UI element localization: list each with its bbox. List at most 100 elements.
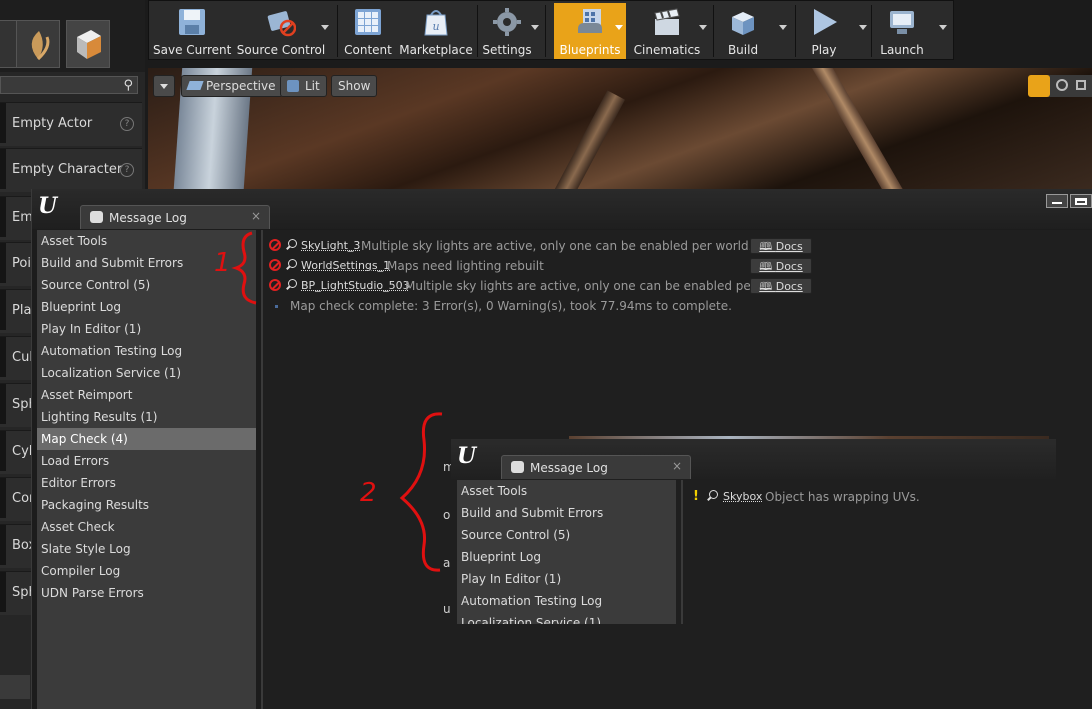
source-control-dropdown-icon[interactable] (321, 25, 329, 30)
unreal-logo-icon: U (457, 443, 477, 469)
find-object-icon[interactable] (288, 259, 297, 268)
rotate-tool-icon[interactable] (1056, 79, 1068, 91)
perspective-button[interactable]: Perspective (181, 75, 283, 97)
category-item[interactable]: Asset Check (37, 516, 256, 538)
docs-label: Docs (775, 280, 803, 293)
show-button[interactable]: Show (331, 75, 378, 97)
category-item[interactable]: Localization Service (1) (37, 362, 256, 384)
minimize-button[interactable] (1046, 194, 1068, 208)
scale-tool-icon[interactable] (1076, 80, 1086, 90)
save-current-button[interactable]: Save Current (153, 3, 231, 59)
close-icon[interactable]: × (251, 209, 261, 223)
tab-message-log[interactable]: Message Log × (501, 455, 691, 479)
toolbar-label: Source Control (236, 43, 326, 57)
settings-dropdown-icon[interactable] (531, 25, 539, 30)
docs-button[interactable]: 🕮 Docs (750, 258, 812, 274)
window-titlebar[interactable]: U Message Log × (32, 189, 1092, 229)
object-link[interactable]: WorldSettings_1 (301, 257, 390, 275)
docs-button[interactable]: 🕮 Docs (750, 278, 812, 294)
message-log-window-inset: U Message Log × Asset Tools Build and Su… (451, 436, 1056, 624)
docs-label: Docs (775, 260, 803, 273)
actor-thumb (0, 478, 6, 518)
message-list: ! Skybox Object has wrapping UVs. (681, 480, 1056, 624)
find-object-icon[interactable] (288, 279, 297, 288)
cinematics-dropdown-icon[interactable] (699, 25, 707, 30)
toolbar-label: Settings (482, 43, 532, 57)
category-item[interactable]: Source Control (5) (457, 524, 676, 546)
translate-tool-icon[interactable] (1028, 75, 1050, 97)
search-input[interactable]: ⚲ (0, 76, 138, 94)
category-item[interactable]: Packaging Results (37, 494, 256, 516)
level-viewport[interactable]: Perspective Lit Show (148, 68, 1092, 190)
actor-item[interactable]: Empty Character ? (0, 148, 142, 192)
cinematics-button[interactable]: Cinematics (631, 3, 703, 59)
category-item[interactable]: Lighting Results (1) (37, 406, 256, 428)
source-control-button[interactable]: Source Control (235, 3, 327, 59)
actor-label: Pla (12, 303, 32, 318)
message-text: Multiple sky lights are active, only one… (405, 279, 797, 293)
transform-tools (1028, 75, 1092, 97)
maximize-button[interactable] (1070, 194, 1092, 208)
find-object-icon[interactable] (709, 490, 718, 499)
tab-message-log[interactable]: Message Log × (80, 205, 270, 229)
category-item[interactable]: Blueprint Log (457, 546, 676, 568)
mode-tab-geometry[interactable] (66, 20, 110, 68)
build-button[interactable]: Build (715, 3, 771, 59)
toolbar-separator (871, 5, 872, 57)
category-item[interactable]: Compiler Log (37, 560, 256, 582)
blueprints-button[interactable]: Blueprints (554, 3, 626, 59)
toolbar-label: Save Current (153, 43, 232, 57)
launch-dropdown-icon[interactable] (939, 25, 947, 30)
play-dropdown-icon[interactable] (859, 25, 867, 30)
actor-thumb (0, 290, 6, 330)
actor-item[interactable]: Empty Actor ? (0, 102, 142, 146)
actor-label: Empty Actor (12, 116, 93, 131)
launch-button[interactable]: Launch (873, 3, 931, 59)
category-item[interactable]: Asset Reimport (37, 384, 256, 406)
docs-label: Docs (775, 240, 803, 253)
viewport-options-button[interactable] (153, 75, 175, 97)
category-item[interactable]: Play In Editor (1) (457, 568, 676, 590)
content-button[interactable]: Content (341, 3, 395, 59)
find-object-icon[interactable] (288, 239, 297, 248)
leaf-icon (31, 31, 50, 61)
settings-button[interactable]: Settings (479, 3, 535, 59)
category-item[interactable]: Asset Tools (457, 480, 676, 502)
category-item[interactable]: Automation Testing Log (457, 590, 676, 612)
help-icon[interactable]: ? (120, 117, 134, 131)
actor-thumb (0, 337, 6, 377)
object-link[interactable]: SkyLight_3 (301, 237, 360, 255)
object-link[interactable]: Skybox (723, 488, 762, 506)
marketplace-button[interactable]: u Marketplace (399, 3, 473, 59)
object-link[interactable]: BP_LightStudio_503 (301, 277, 410, 295)
actor-thumb (0, 525, 6, 565)
lit-button[interactable]: Lit (280, 75, 327, 97)
message-text: Object has wrapping UVs. (765, 490, 920, 504)
category-item[interactable]: Build and Submit Errors (457, 502, 676, 524)
mode-tab-foliage[interactable] (16, 20, 60, 68)
close-icon[interactable]: × (672, 459, 682, 473)
window-titlebar[interactable]: U Message Log × (451, 439, 1056, 479)
build-dropdown-icon[interactable] (779, 25, 787, 30)
category-item[interactable]: Editor Errors (37, 472, 256, 494)
play-button[interactable]: Play (797, 3, 851, 59)
category-item[interactable]: Load Errors (37, 450, 256, 472)
category-item[interactable]: Automation Testing Log (37, 340, 256, 362)
actor-thumb (0, 384, 6, 424)
actor-thumb (0, 572, 6, 612)
blueprints-dropdown-icon[interactable] (615, 25, 623, 30)
category-item[interactable]: UDN Parse Errors (37, 582, 256, 604)
perspective-label: Perspective (206, 79, 276, 93)
toolbar-separator (713, 5, 714, 57)
category-item[interactable]: Blueprint Log (37, 296, 256, 318)
lit-icon (287, 80, 299, 92)
save-icon (179, 9, 205, 35)
help-icon[interactable]: ? (120, 163, 134, 177)
category-item[interactable]: Slate Style Log (37, 538, 256, 560)
category-item[interactable]: Play In Editor (1) (37, 318, 256, 340)
actor-label: Poi (12, 256, 31, 271)
docs-button[interactable]: 🕮 Docs (750, 238, 812, 254)
background-text-stub: a (443, 556, 451, 570)
category-item-selected[interactable]: Map Check (4) (37, 428, 256, 450)
category-item[interactable]: Localization Service (1) (457, 612, 676, 624)
